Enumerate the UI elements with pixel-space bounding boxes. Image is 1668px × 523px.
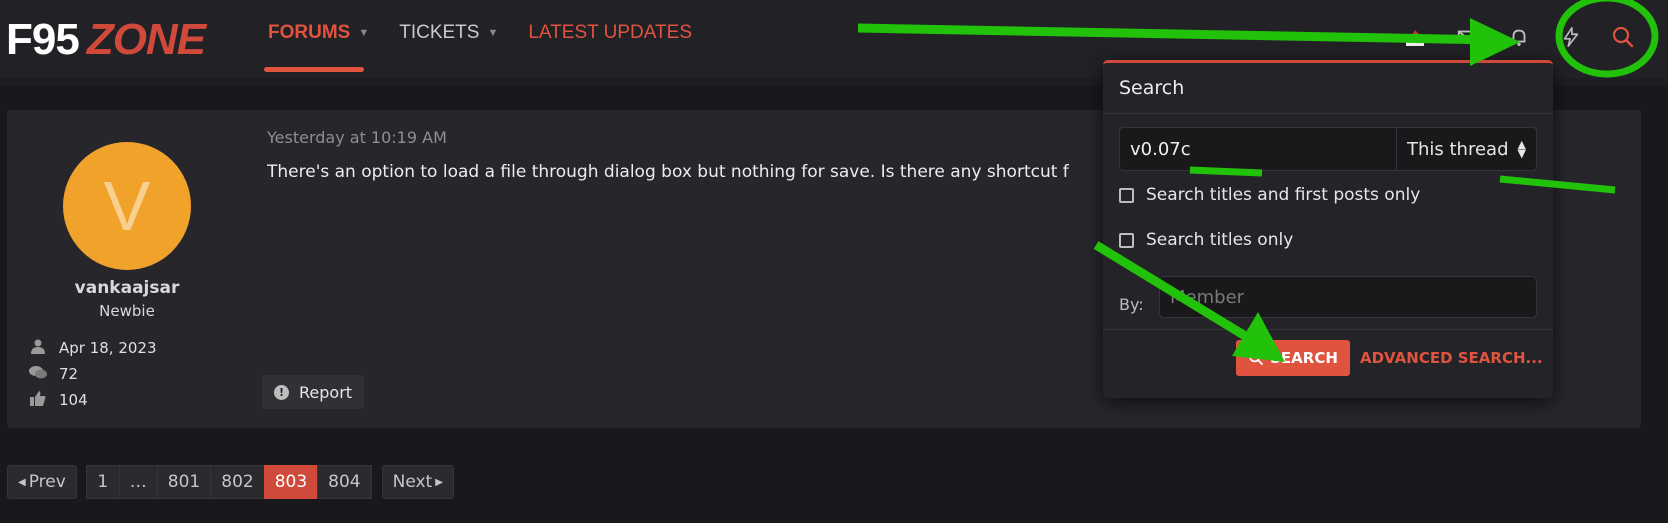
main-nav: FORUMS ▼ TICKETS ▼ LATEST UPDATES — [264, 22, 692, 72]
stat-messages-value: 72 — [59, 365, 79, 383]
page-804[interactable]: 804 — [317, 465, 372, 499]
user-stats: Apr 18, 2023 72 104 — [29, 335, 157, 413]
by-label: By: — [1119, 295, 1144, 314]
report-button[interactable]: ! Report — [262, 375, 365, 409]
nav-tickets[interactable]: TICKETS ▼ — [399, 22, 498, 44]
search-scope-select[interactable]: This thread ▲ ▼ — [1396, 128, 1536, 170]
caret-right-icon: ▶ — [435, 476, 443, 488]
nav-latest-updates[interactable]: LATEST UPDATES — [528, 22, 692, 44]
search-icon — [1249, 351, 1264, 365]
stat-reactions-value: 104 — [59, 391, 88, 409]
option-titles-first-posts-label: Search titles and first posts only — [1146, 185, 1421, 205]
divider — [1103, 113, 1553, 114]
next-page-label: Next — [392, 472, 433, 492]
search-dropdown-title: Search — [1119, 77, 1185, 99]
stat-messages: 72 — [29, 361, 157, 387]
stat-joined: Apr 18, 2023 — [29, 335, 157, 361]
pagination: ◀ Prev 1 … 801 802 803 804 Next ▶ — [7, 465, 454, 499]
search-submit-button[interactable]: SEARCH — [1236, 340, 1350, 376]
search-submit-label: SEARCH — [1270, 349, 1338, 367]
search-input[interactable]: v0.07c — [1120, 128, 1396, 170]
search-scope-value: This thread — [1407, 138, 1509, 160]
report-label: Report — [299, 382, 353, 402]
prev-page-label: Prev — [28, 472, 66, 492]
stat-joined-value: Apr 18, 2023 — [59, 339, 157, 357]
post-body: There's an option to load a file through… — [267, 162, 1069, 182]
logo-text-f95: F95 — [6, 15, 80, 64]
checkbox[interactable] — [1119, 232, 1134, 248]
user-title: Newbie — [99, 302, 155, 320]
option-titles-first-posts[interactable]: Search titles and first posts only — [1119, 185, 1420, 205]
post-username[interactable]: vankaajsar — [7, 278, 247, 298]
active-nav-indicator — [264, 67, 364, 72]
nav-latest-updates-label: LATEST UPDATES — [528, 22, 692, 43]
chevron-down-icon[interactable]: ▼ — [358, 27, 369, 39]
option-titles-only[interactable]: Search titles only — [1119, 230, 1293, 250]
page-ellipsis[interactable]: … — [118, 465, 158, 499]
page-1[interactable]: 1 — [85, 465, 120, 499]
page-802[interactable]: 802 — [210, 465, 265, 499]
avatar[interactable]: V — [63, 142, 191, 270]
search-dropdown: Search v0.07c This thread ▲ ▼ Search titl… — [1103, 60, 1553, 398]
checkbox[interactable] — [1119, 187, 1134, 203]
nav-forums-label: FORUMS — [268, 22, 351, 43]
divider — [1103, 329, 1553, 330]
page-numbers: 1 … 801 802 803 804 — [85, 465, 372, 499]
search-icon[interactable] — [1608, 22, 1638, 52]
next-page-button[interactable]: Next ▶ — [381, 465, 454, 499]
header-icon-bar — [1400, 22, 1638, 52]
stat-reactions: 104 — [29, 387, 157, 413]
site-logo[interactable]: F95 ZONE — [6, 15, 206, 64]
search-query-row: v0.07c This thread ▲ ▼ — [1119, 127, 1537, 171]
bolt-icon[interactable] — [1556, 22, 1586, 52]
user-icon — [29, 339, 47, 358]
chevron-down-icon[interactable]: ▼ — [487, 27, 498, 39]
exclamation-icon: ! — [274, 384, 289, 400]
option-titles-only-label: Search titles only — [1146, 230, 1294, 250]
caret-left-icon: ◀ — [18, 476, 26, 488]
bell-icon[interactable] — [1504, 22, 1534, 52]
logo-text-zone: ZONE — [86, 15, 206, 64]
nav-tickets-label: TICKETS — [399, 22, 480, 43]
nav-forums[interactable]: FORUMS ▼ — [264, 22, 369, 72]
thumbs-up-icon — [29, 390, 47, 410]
select-arrows-icon: ▲ ▼ — [1517, 138, 1526, 160]
member-field[interactable]: Member — [1159, 276, 1537, 318]
page-801[interactable]: 801 — [156, 465, 212, 499]
post-date[interactable]: Yesterday at 10:19 AM — [267, 128, 447, 147]
page-803-current[interactable]: 803 — [263, 465, 319, 499]
comments-icon — [29, 365, 47, 383]
santa-hat-icon[interactable] — [1400, 22, 1430, 52]
prev-page-button[interactable]: ◀ Prev — [7, 465, 77, 499]
advanced-search-link[interactable]: ADVANCED SEARCH... — [1360, 349, 1543, 367]
envelope-icon[interactable] — [1452, 22, 1482, 52]
